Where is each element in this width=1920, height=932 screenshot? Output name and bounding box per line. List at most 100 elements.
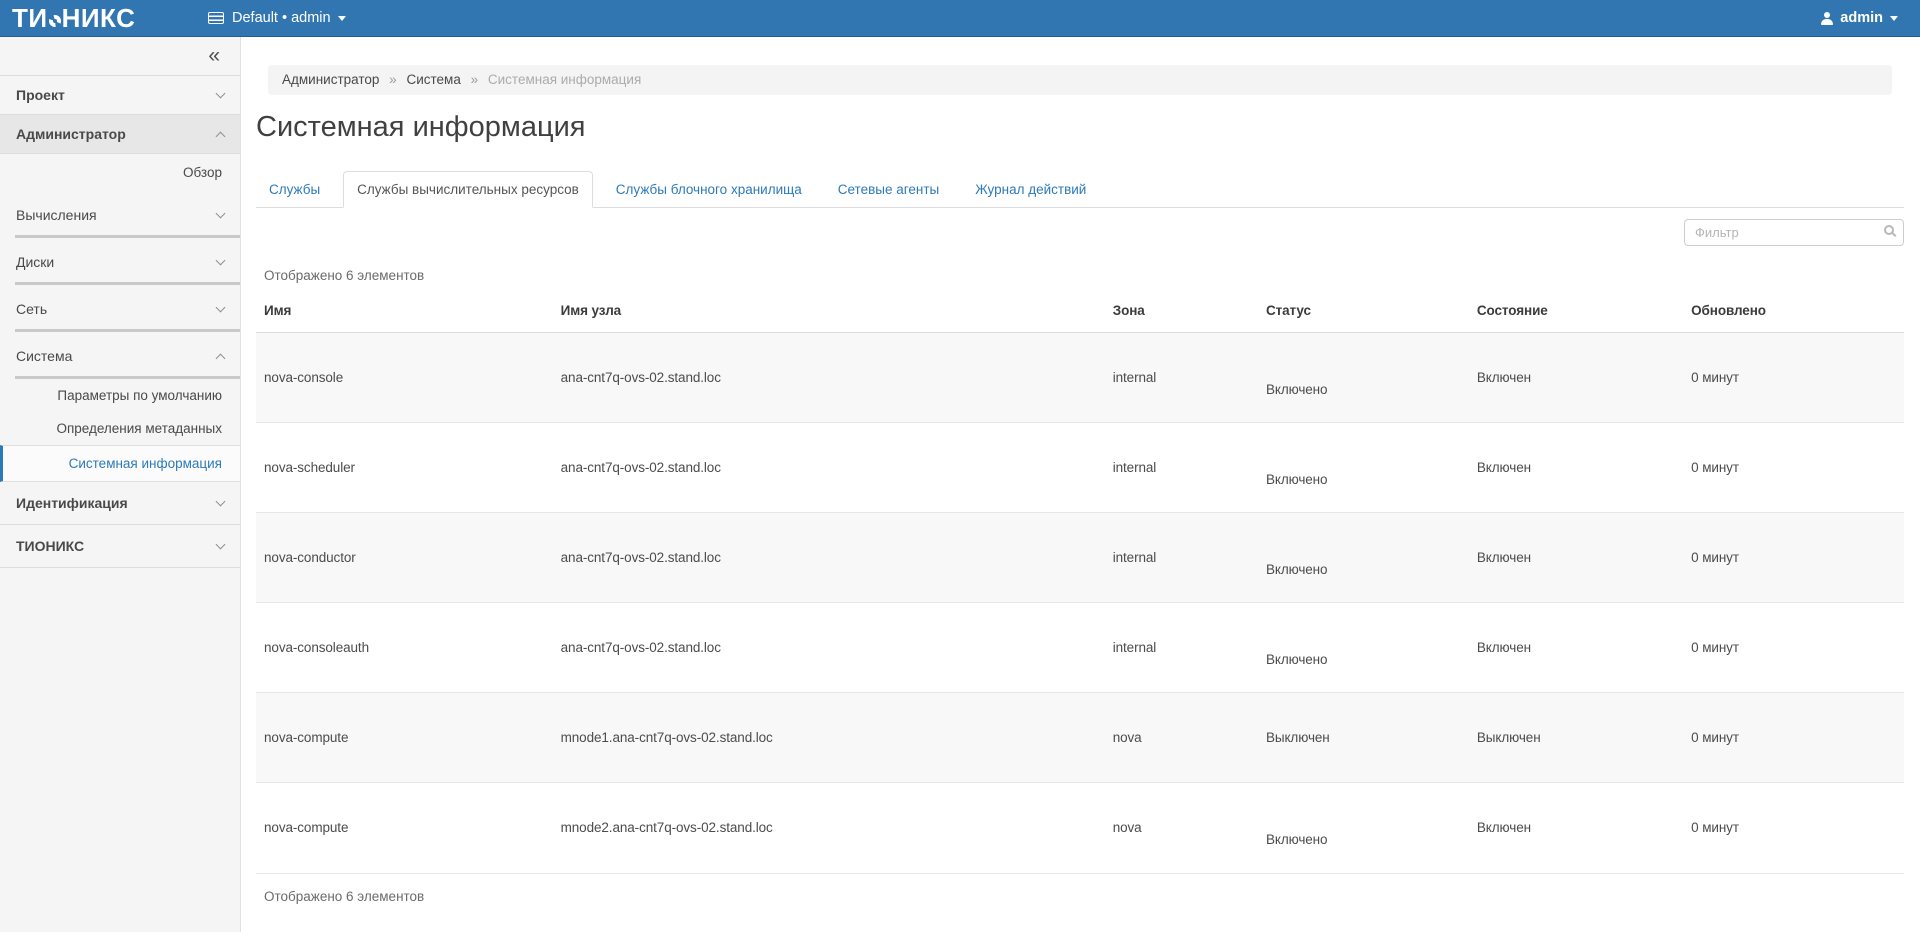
breadcrumb-separator-icon: » — [389, 72, 397, 87]
logo-text: ТИ — [12, 3, 48, 33]
table-toolbar — [256, 219, 1904, 246]
tab-bar: Службы Службы вычислительных ресурсов Сл… — [256, 171, 1904, 208]
cell-zone: internal — [1105, 333, 1258, 423]
cell-name: nova-console — [256, 333, 553, 423]
sidebar-item-metadata[interactable]: Определения метаданных — [0, 412, 240, 445]
tab-compute-services[interactable]: Службы вычислительных ресурсов — [343, 171, 593, 208]
filter-input[interactable] — [1684, 219, 1904, 246]
domain-project-icon — [208, 12, 224, 24]
user-menu[interactable]: admin — [1820, 10, 1920, 26]
cell-host: ana-cnt7q-ovs-02.stand.loc — [553, 423, 1105, 513]
sidebar-item-label: Идентификация — [16, 495, 128, 511]
sidebar-collapse-button[interactable]: « — [208, 44, 220, 67]
sidebar-item-project[interactable]: Проект — [0, 76, 240, 115]
table-row: nova-scheduler ana-cnt7q-ovs-02.stand.lo… — [256, 423, 1904, 513]
cell-name: nova-compute — [256, 693, 553, 783]
chevron-down-icon — [216, 256, 226, 266]
sidebar: « Проект Администратор Обзор Вычисления … — [0, 37, 241, 932]
cell-state: Выключен — [1469, 693, 1683, 783]
column-header-name: Имя — [256, 297, 553, 333]
table-header-row: Имя Имя узла Зона Статус Состояние Обнов… — [256, 297, 1904, 333]
cell-updated: 0 минут — [1683, 783, 1904, 873]
chevron-down-icon — [216, 303, 226, 313]
sidebar-item-label: Обзор — [183, 165, 222, 180]
sidebar-item-label: ТИОНИКС — [16, 538, 84, 554]
context-label: Default • admin — [232, 10, 331, 26]
chevron-up-icon — [216, 132, 226, 142]
sidebar-item-defaults[interactable]: Параметры по умолчанию — [0, 379, 240, 412]
cell-updated: 0 минут — [1683, 513, 1904, 603]
sidebar-item-label: Сеть — [16, 301, 47, 317]
cell-updated: 0 минут — [1683, 693, 1904, 783]
cell-status: Включено — [1258, 603, 1469, 693]
sidebar-item-admin[interactable]: Администратор — [0, 115, 240, 154]
logo-text: НИКС — [62, 3, 136, 33]
tab-network-agents[interactable]: Сетевые агенты — [825, 172, 952, 207]
chevron-down-icon — [216, 540, 226, 550]
breadcrumb-separator-icon: » — [471, 72, 479, 87]
search-icon[interactable] — [1884, 225, 1894, 235]
breadcrumb-item-system[interactable]: Система — [406, 72, 460, 87]
brand-logo[interactable]: ТИ НИКС — [0, 3, 200, 34]
cell-zone: internal — [1105, 513, 1258, 603]
sidebar-item-label: Параметры по умолчанию — [57, 388, 222, 403]
column-header-state: Состояние — [1469, 297, 1683, 333]
cell-status: Включено — [1258, 423, 1469, 513]
sidebar-item-network[interactable]: Сеть — [0, 285, 240, 329]
cell-state: Включен — [1469, 513, 1683, 603]
sidebar-collapse-row: « — [0, 37, 240, 76]
filter-wrap — [1684, 219, 1904, 246]
cell-status: Включено — [1258, 513, 1469, 603]
cell-updated: 0 минут — [1683, 333, 1904, 423]
cell-updated: 0 минут — [1683, 603, 1904, 693]
cell-host: ana-cnt7q-ovs-02.stand.loc — [553, 603, 1105, 693]
cell-name: nova-conductor — [256, 513, 553, 603]
cell-host: mnode2.ana-cnt7q-ovs-02.stand.loc — [553, 783, 1105, 873]
tab-block-storage-services[interactable]: Службы блочного хранилища — [603, 172, 815, 207]
chevron-up-icon — [216, 354, 226, 364]
context-switcher[interactable]: Default • admin — [208, 10, 346, 26]
cell-name: nova-compute — [256, 783, 553, 873]
cell-host: ana-cnt7q-ovs-02.stand.loc — [553, 513, 1105, 603]
cell-host: ana-cnt7q-ovs-02.stand.loc — [553, 333, 1105, 423]
cell-name: nova-scheduler — [256, 423, 553, 513]
sidebar-item-system[interactable]: Система — [0, 332, 240, 376]
cell-zone: internal — [1105, 423, 1258, 513]
sidebar-item-tionix[interactable]: ТИОНИКС — [0, 525, 240, 568]
column-header-status: Статус — [1258, 297, 1469, 333]
cell-name: nova-consoleauth — [256, 603, 553, 693]
cell-status: Выключен — [1258, 693, 1469, 783]
sidebar-item-label: Системная информация — [69, 456, 222, 471]
cell-status: Включено — [1258, 783, 1469, 873]
top-header: ТИ НИКС Default • admin admin — [0, 0, 1920, 37]
main-content: Администратор » Система » Системная инфо… — [242, 37, 1920, 919]
sidebar-item-overview[interactable]: Обзор — [0, 154, 240, 191]
table-row: nova-compute mnode1.ana-cnt7q-ovs-02.sta… — [256, 693, 1904, 783]
tab-action-log[interactable]: Журнал действий — [962, 172, 1099, 207]
sidebar-item-volumes[interactable]: Диски — [0, 238, 240, 282]
table-row: nova-consoleauth ana-cnt7q-ovs-02.stand.… — [256, 603, 1904, 693]
cell-state: Включен — [1469, 423, 1683, 513]
column-header-updated: Обновлено — [1683, 297, 1904, 333]
chevron-down-icon — [216, 497, 226, 507]
sidebar-item-system-information[interactable]: Системная информация — [0, 445, 240, 482]
cell-state: Включен — [1469, 603, 1683, 693]
table-row: nova-compute mnode2.ana-cnt7q-ovs-02.sta… — [256, 783, 1904, 873]
breadcrumb-item-current: Системная информация — [488, 72, 641, 87]
cell-host: mnode1.ana-cnt7q-ovs-02.stand.loc — [553, 693, 1105, 783]
cell-zone: nova — [1105, 783, 1258, 873]
sidebar-item-identity[interactable]: Идентификация — [0, 482, 240, 525]
column-header-zone: Зона — [1105, 297, 1258, 333]
cell-zone: nova — [1105, 693, 1258, 783]
tab-services[interactable]: Службы — [256, 172, 333, 207]
breadcrumb-item-admin[interactable]: Администратор — [282, 72, 379, 87]
sidebar-item-label: Определения метаданных — [56, 421, 222, 436]
cell-state: Включен — [1469, 333, 1683, 423]
items-count-bottom: Отображено 6 элементов — [256, 873, 1904, 919]
logo-o-icon — [49, 15, 61, 27]
page-title: Системная информация — [256, 109, 1904, 145]
services-table: Имя Имя узла Зона Статус Состояние Обнов… — [256, 297, 1904, 873]
chevron-down-icon — [216, 89, 226, 99]
breadcrumb: Администратор » Система » Системная инфо… — [268, 65, 1892, 95]
sidebar-item-compute[interactable]: Вычисления — [0, 191, 240, 235]
